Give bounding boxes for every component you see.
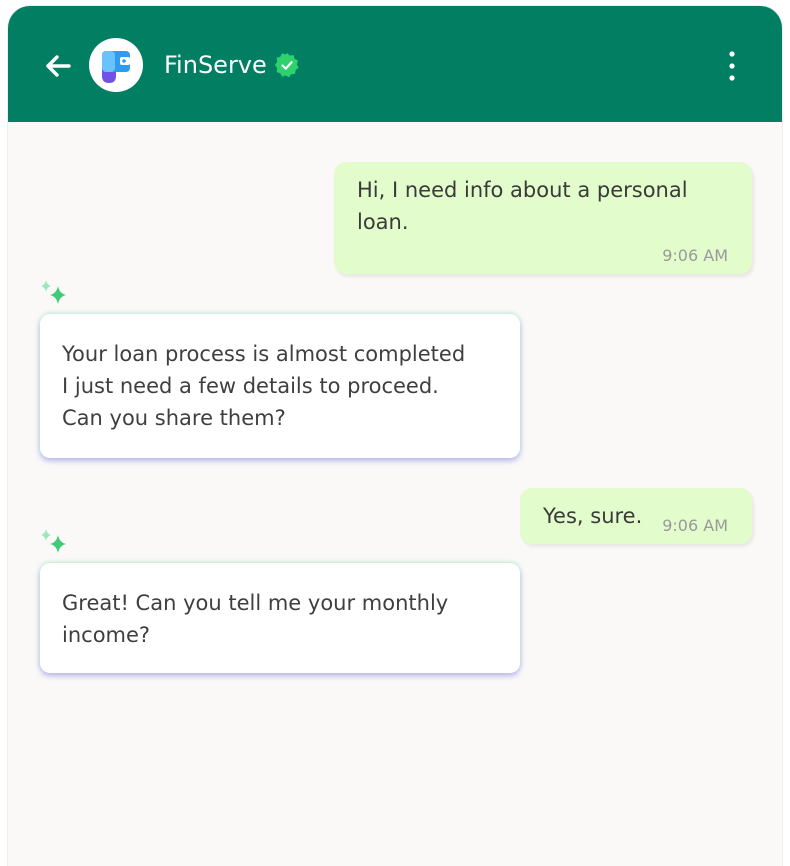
- more-vert-icon[interactable]: [722, 48, 742, 84]
- sparkle-icon: [41, 280, 66, 304]
- chat-screen: FinServe Hi, I need info about a persona…: [8, 6, 782, 866]
- chat-header: FinServe: [8, 6, 782, 122]
- message-text: Great! Can you tell me your monthly inco…: [62, 591, 449, 647]
- message-timestamp: 9:06 AM: [662, 246, 728, 265]
- incoming-message[interactable]: Great! Can you tell me your monthly inco…: [40, 563, 520, 673]
- outgoing-message[interactable]: Yes, sure. 9:06 AM: [520, 488, 752, 544]
- avatar[interactable]: [89, 38, 143, 92]
- outgoing-message[interactable]: Hi, I need info about a personal loan. 9…: [334, 162, 752, 274]
- wallet-logo-icon: [102, 51, 130, 83]
- sparkle-icon: [41, 529, 66, 553]
- message-text: Your loan process is almost completed I …: [62, 342, 466, 430]
- contact-name: FinServe: [164, 51, 267, 79]
- verified-badge-icon: [275, 53, 299, 78]
- message-timestamp: 9:06 AM: [662, 516, 728, 535]
- message-text: Yes, sure.: [543, 504, 643, 528]
- incoming-message[interactable]: Your loan process is almost completed I …: [40, 314, 520, 458]
- message-text: Hi, I need info about a personal loan.: [357, 178, 688, 234]
- back-arrow-icon[interactable]: [42, 50, 74, 82]
